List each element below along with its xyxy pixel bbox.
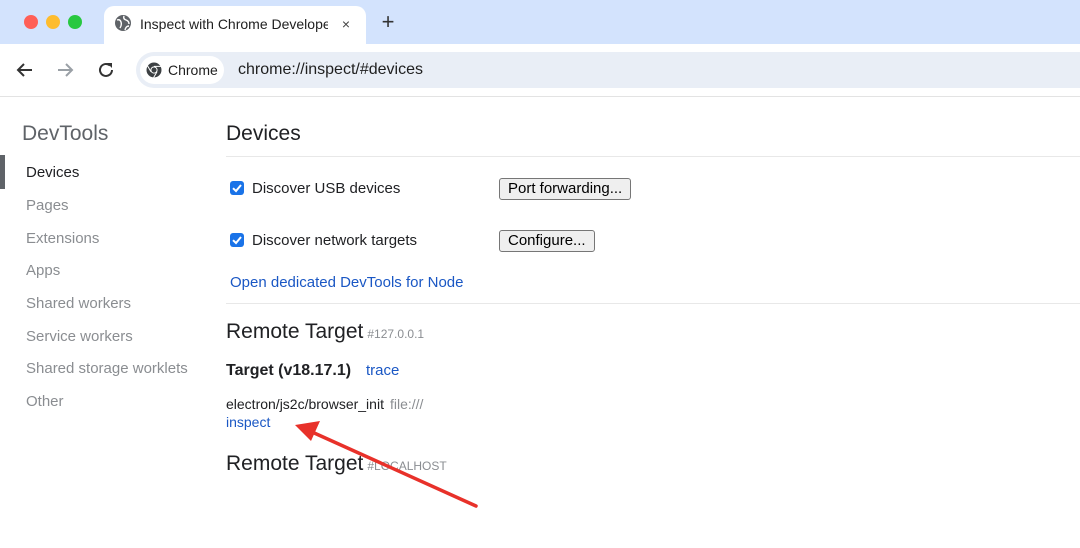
close-window-button[interactable] xyxy=(24,15,38,29)
active-tab[interactable]: Inspect with Chrome Developer Tools × xyxy=(104,6,366,44)
url-text[interactable]: chrome://inspect/#devices xyxy=(238,60,423,80)
page-title: Devices xyxy=(226,122,301,145)
sidebar-item-apps[interactable]: Apps xyxy=(26,261,60,281)
configure-button[interactable]: Configure... xyxy=(499,230,595,252)
target-page-url: electron/js2c/browser_init xyxy=(226,396,384,412)
target-page-row: electron/js2c/browser_init file:/// xyxy=(226,395,423,413)
sidebar-item-shared-storage-worklets[interactable]: Shared storage worklets xyxy=(26,359,188,379)
browser-toolbar: Chrome chrome://inspect/#devices xyxy=(0,44,1080,97)
main-content: Devices Discover USB devices Port forwar… xyxy=(226,97,1080,548)
open-node-devtools-link[interactable]: Open dedicated DevTools for Node xyxy=(230,273,463,293)
globe-icon xyxy=(114,14,132,32)
maximize-window-button[interactable] xyxy=(68,15,82,29)
forward-arrow-icon[interactable] xyxy=(53,58,77,82)
remote-target-heading: Remote Target #127.0.0.1 xyxy=(226,319,424,347)
sidebar-item-devices[interactable]: Devices xyxy=(26,163,79,183)
remote-target-localhost-host: #LOCALHOST xyxy=(367,459,447,473)
chip-label: Chrome xyxy=(168,62,218,78)
sidebar-item-shared-workers[interactable]: Shared workers xyxy=(26,294,131,314)
active-item-marker xyxy=(0,155,5,189)
remote-target-title: Remote Target xyxy=(226,320,364,343)
inspect-link[interactable]: inspect xyxy=(226,413,270,431)
sidebar-item-other[interactable]: Other xyxy=(26,392,64,412)
section-divider xyxy=(226,303,1080,304)
sidebar-item-service-workers[interactable]: Service workers xyxy=(26,327,133,347)
site-info-chip[interactable]: Chrome xyxy=(140,56,224,84)
chrome-logo-icon xyxy=(146,62,162,78)
remote-target-localhost-heading: Remote Target #LOCALHOST xyxy=(226,451,447,479)
back-arrow-icon[interactable] xyxy=(13,58,37,82)
address-bar[interactable]: Chrome chrome://inspect/#devices xyxy=(136,52,1080,88)
remote-target-host: #127.0.0.1 xyxy=(367,327,425,341)
tab-title: Inspect with Chrome Developer Tools xyxy=(140,16,328,32)
target-page-file: file:/// xyxy=(389,396,424,412)
tab-strip: Inspect with Chrome Developer Tools × + xyxy=(0,0,1080,44)
discover-network-label: Discover network targets xyxy=(252,232,418,249)
minimize-window-button[interactable] xyxy=(46,15,60,29)
close-tab-icon[interactable]: × xyxy=(336,14,356,34)
remote-target-localhost-title: Remote Target xyxy=(226,452,364,475)
sidebar: DevTools Devices Pages Extensions Apps S… xyxy=(0,97,210,548)
sidebar-item-pages[interactable]: Pages xyxy=(26,196,69,216)
port-forwarding-button[interactable]: Port forwarding... xyxy=(499,178,632,200)
new-tab-button[interactable]: + xyxy=(376,10,400,34)
discover-network-checkbox[interactable] xyxy=(230,233,244,247)
discover-usb-label: Discover USB devices xyxy=(252,180,401,197)
trace-link[interactable]: trace xyxy=(366,361,399,381)
title-divider xyxy=(226,156,1080,157)
target-name: Target (v18.17.1) xyxy=(226,362,352,379)
reload-icon[interactable] xyxy=(94,58,118,82)
sidebar-item-extensions[interactable]: Extensions xyxy=(26,229,99,249)
discover-usb-checkbox[interactable] xyxy=(230,181,244,195)
sidebar-title: DevTools xyxy=(22,122,109,145)
